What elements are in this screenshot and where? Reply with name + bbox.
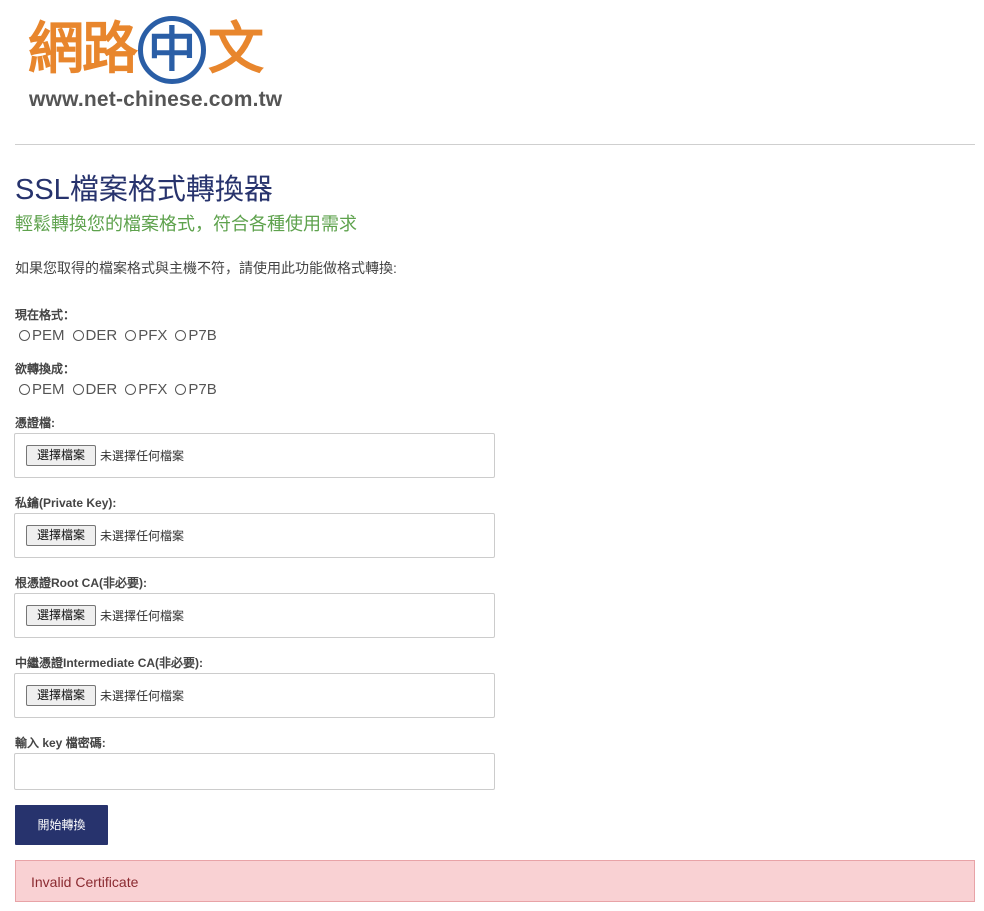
logo-char-1: 網 xyxy=(28,17,84,82)
file-status-text: 未選擇任何檔案 xyxy=(100,529,185,543)
radio-label: P7B xyxy=(188,326,217,344)
target-format-option-pfx[interactable]: PFX xyxy=(125,381,167,398)
radio-label: PFX xyxy=(138,380,168,398)
header-divider xyxy=(15,144,975,145)
file-status-text: 未選擇任何檔案 xyxy=(100,609,185,623)
logo-char-4: 文 xyxy=(208,17,264,82)
root-ca-file-input[interactable]: 選擇檔案 未選擇任何檔案 xyxy=(14,593,495,638)
intro-text: 如果您取得的檔案格式與主機不符，請使用此功能做格式轉換: xyxy=(15,260,397,276)
logo-char-2: 路 xyxy=(82,17,138,82)
radio-button[interactable] xyxy=(125,329,137,341)
logo-circle-emblem: 中 xyxy=(138,16,206,84)
radio-button[interactable] xyxy=(19,329,30,341)
choose-file-button[interactable]: 選擇檔案 xyxy=(26,685,96,706)
site-logo[interactable]: 網 路 中 文 www.net-chinese.com.tw xyxy=(28,6,298,114)
certificate-file-input[interactable]: 選擇檔案 未選擇任何檔案 xyxy=(14,433,495,478)
radio-label: PEM xyxy=(32,380,65,398)
choose-file-button[interactable]: 選擇檔案 xyxy=(26,605,96,626)
error-alert-message: Invalid Certificate xyxy=(31,874,139,890)
current-format-option-der[interactable]: DER xyxy=(72,326,118,344)
root-ca-label: 根憑證Root CA(非必要): xyxy=(15,576,147,590)
radio-label: P7B xyxy=(188,380,217,398)
file-status-text: 未選擇任何檔案 xyxy=(100,449,185,463)
radio-label: PEM xyxy=(32,326,65,344)
radio-label: DER xyxy=(85,326,118,344)
logo-url: www.net-chinese.com.tw xyxy=(29,88,283,111)
choose-file-button[interactable]: 選擇檔案 xyxy=(26,445,96,466)
certificate-file-label: 憑證檔: xyxy=(15,416,55,430)
logo-char-3: 中 xyxy=(147,22,196,78)
target-format-label: 欲轉換成： xyxy=(15,362,76,376)
intermediate-ca-label: 中繼憑證Intermediate CA(非必要): xyxy=(15,656,204,670)
current-format-option-pem[interactable]: PEM xyxy=(19,327,65,344)
private-key-label: 私鑰(Private Key): xyxy=(15,496,117,510)
key-password-input[interactable] xyxy=(14,753,495,790)
target-format-option-p7b[interactable]: P7B xyxy=(175,380,217,398)
radio-label: DER xyxy=(85,380,118,398)
radio-button[interactable] xyxy=(125,383,137,395)
current-format-option-pfx[interactable]: PFX xyxy=(125,327,167,344)
logo-wordmark: 網 路 中 文 xyxy=(28,12,264,88)
current-format-option-p7b[interactable]: P7B xyxy=(175,326,217,344)
current-format-label: 現在格式： xyxy=(15,308,76,322)
choose-file-button[interactable]: 選擇檔案 xyxy=(26,525,96,546)
current-format-radio-group: PEM DER PFX P7B xyxy=(19,325,225,345)
radio-button[interactable] xyxy=(19,383,30,395)
radio-button[interactable] xyxy=(175,383,187,395)
intermediate-ca-file-input[interactable]: 選擇檔案 未選擇任何檔案 xyxy=(14,673,495,718)
target-format-option-pem[interactable]: PEM xyxy=(19,381,65,398)
radio-label: PFX xyxy=(138,326,168,344)
file-status-text: 未選擇任何檔案 xyxy=(100,689,185,703)
target-format-option-der[interactable]: DER xyxy=(72,380,118,398)
private-key-file-input[interactable]: 選擇檔案 未選擇任何檔案 xyxy=(14,513,495,558)
radio-button[interactable] xyxy=(72,329,84,341)
page-subtitle: 輕鬆轉換您的檔案格式，符合各種使用需求 xyxy=(15,214,357,234)
page-title: SSL檔案格式轉換器 xyxy=(15,174,273,206)
error-alert: Invalid Certificate xyxy=(15,860,975,902)
radio-button[interactable] xyxy=(72,383,84,395)
start-conversion-button[interactable]: 開始轉換 xyxy=(15,805,108,845)
target-format-radio-group: PEM DER PFX P7B xyxy=(19,379,225,399)
radio-button[interactable] xyxy=(175,329,187,341)
key-password-label: 輸入 key 檔密碼: xyxy=(15,736,106,750)
